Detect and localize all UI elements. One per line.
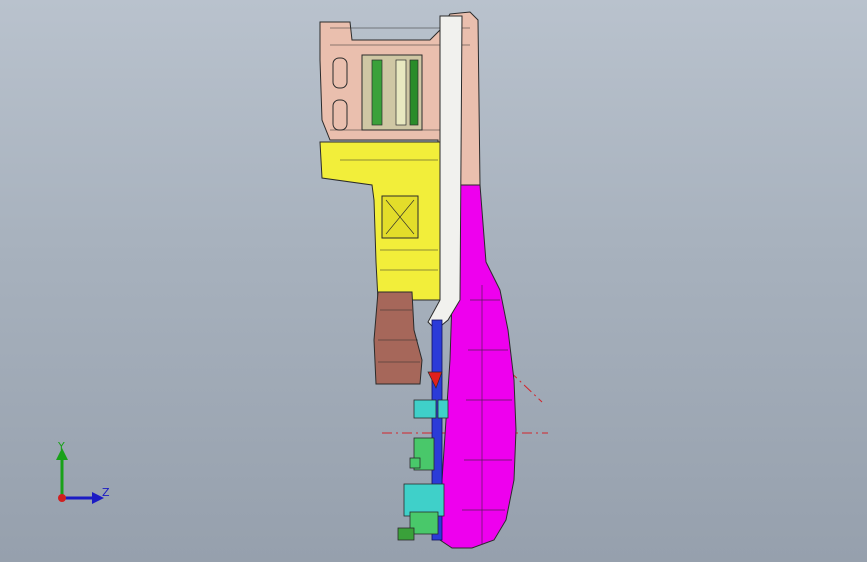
cad-model[interactable] [0, 0, 867, 562]
cyan-part-2[interactable] [437, 399, 449, 419]
x-axis-dot [58, 494, 66, 502]
z-axis-label: Z [102, 486, 110, 499]
green-part-4[interactable] [397, 527, 415, 541]
cyan-part-1[interactable] [413, 399, 437, 419]
yellow-panel[interactable] [319, 141, 441, 301]
orientation-triad[interactable]: Y Z [48, 440, 118, 510]
cad-viewport[interactable]: Y Z [0, 0, 867, 562]
light-strip [395, 59, 407, 126]
y-axis-label: Y [58, 440, 65, 453]
cyan-part-3[interactable] [403, 483, 445, 517]
green-strip-2 [409, 59, 419, 126]
green-strip-1 [371, 59, 383, 126]
green-part-2[interactable] [409, 457, 421, 469]
brown-bracket[interactable] [373, 291, 423, 385]
